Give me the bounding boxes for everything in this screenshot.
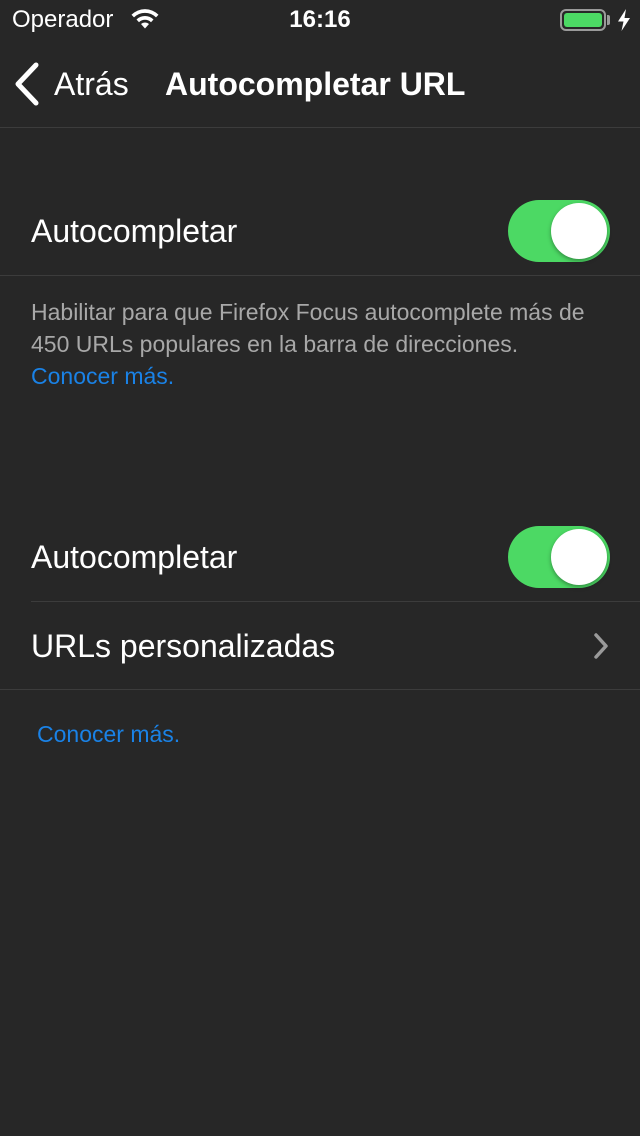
charging-bolt-icon — [618, 9, 630, 31]
back-label: Atrás — [54, 66, 129, 102]
battery-level — [564, 13, 602, 27]
status-bar: Operador 16:16 — [0, 0, 640, 40]
autocomplete-custom-row: Autocompletar — [0, 514, 640, 602]
page-title: Autocompletar URL — [165, 66, 466, 102]
learn-more-link[interactable]: Conocer más. — [31, 363, 174, 389]
autocomplete-label: Autocompletar — [31, 539, 238, 575]
chevron-right-icon — [594, 633, 608, 659]
autocomplete-top-sites-row: Autocompletar — [0, 188, 640, 276]
toggle-knob — [551, 529, 607, 585]
custom-urls-row[interactable]: URLs personalizadas — [0, 602, 640, 690]
battery-tip — [607, 15, 610, 25]
divider — [0, 275, 640, 276]
autocomplete-custom-toggle[interactable] — [508, 526, 610, 588]
custom-urls-label: URLs personalizadas — [31, 628, 336, 664]
divider — [0, 689, 640, 690]
clock: 16:16 — [289, 6, 351, 33]
back-button[interactable]: Atrás — [12, 60, 129, 108]
autocomplete-description: Habilitar para que Firefox Focus autocom… — [31, 299, 585, 357]
autocomplete-label: Autocompletar — [31, 213, 238, 249]
chevron-left-icon — [15, 62, 39, 106]
toggle-knob — [551, 203, 607, 259]
section1-footer: Habilitar para que Firefox Focus autocom… — [31, 296, 621, 392]
autocomplete-top-sites-toggle[interactable] — [508, 200, 610, 262]
learn-more-link[interactable]: Conocer más. — [37, 718, 180, 750]
battery-icon — [560, 9, 606, 31]
navigation-bar: Atrás Autocompletar URL — [0, 40, 640, 128]
